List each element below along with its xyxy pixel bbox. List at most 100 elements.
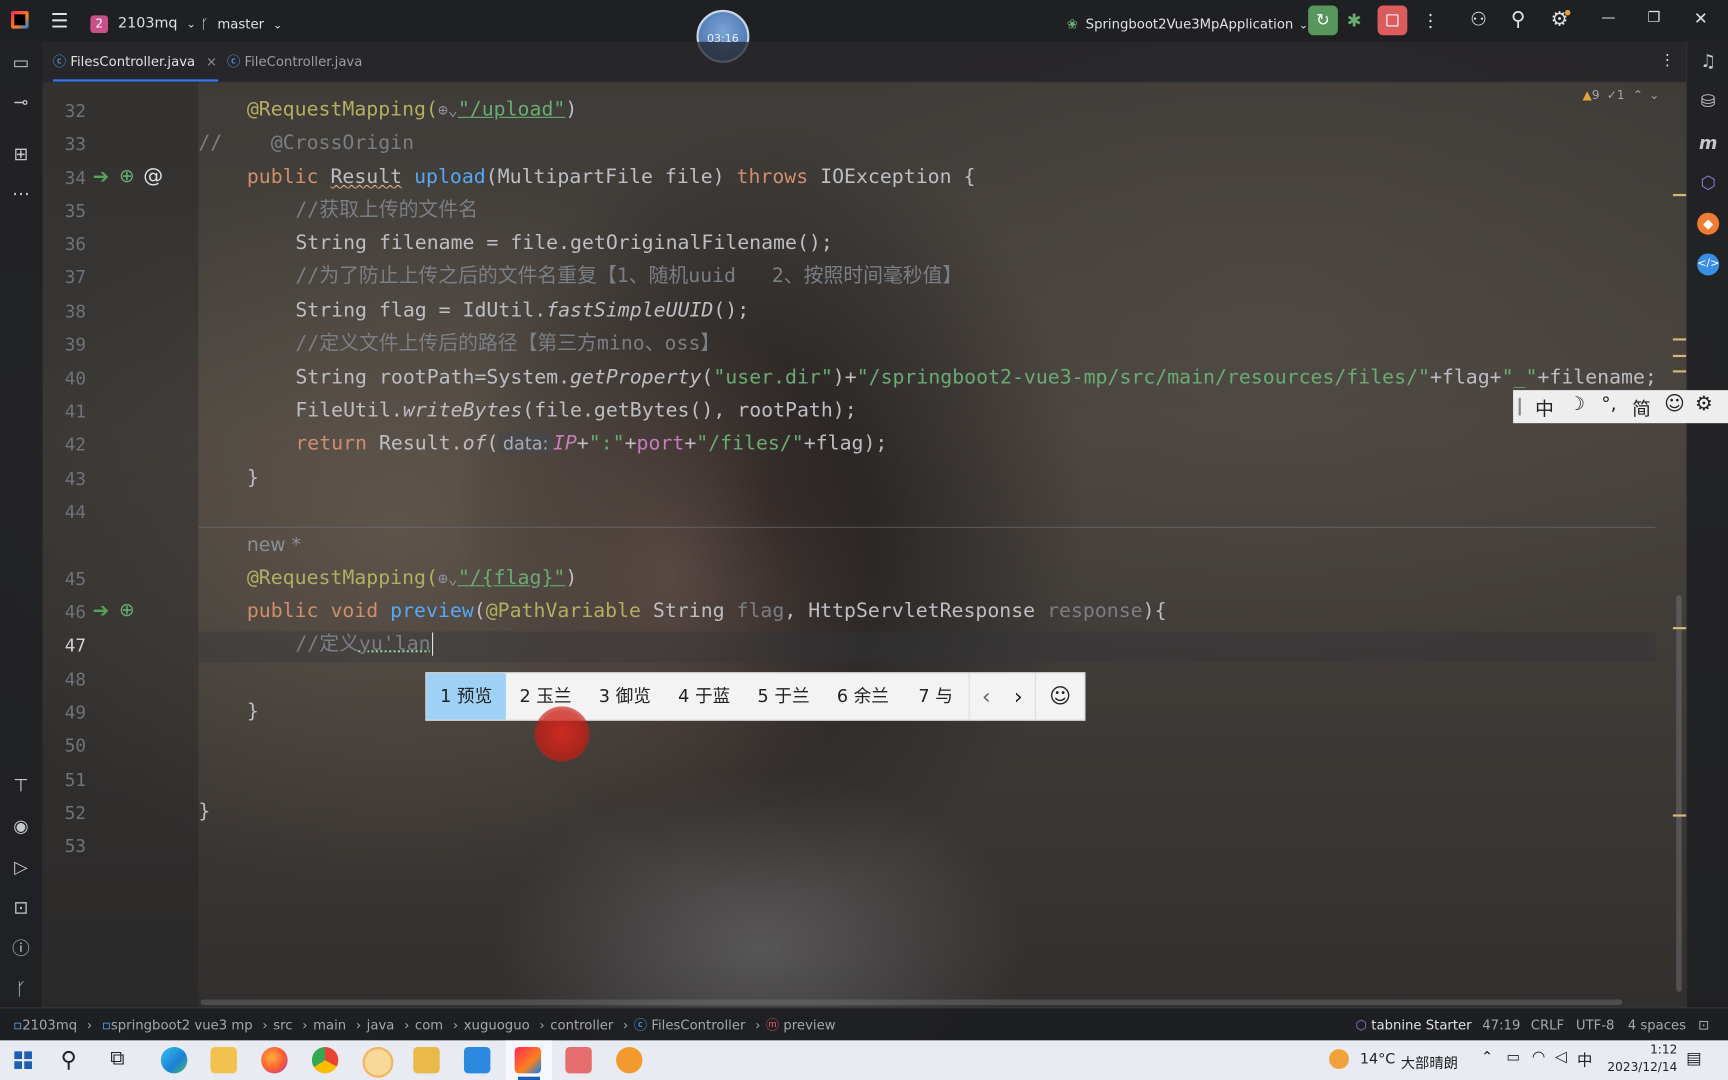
notification-center-icon[interactable]: ▤ — [1686, 1048, 1702, 1068]
stop-button[interactable] — [1377, 5, 1408, 36]
task-view-icon[interactable]: ⧉ — [110, 1047, 124, 1070]
ime-mode-chinese[interactable]: 中 — [1535, 393, 1554, 421]
intellij-icon[interactable] — [514, 1046, 542, 1074]
ime-candidate-1[interactable]: 1 预览 — [426, 673, 506, 720]
file-encoding[interactable]: UTF-8 — [1576, 1008, 1615, 1041]
code-line-47[interactable]: //定义yu'lan — [295, 632, 433, 657]
tabnine-status[interactable]: ⬡ tabnine Starter — [1356, 1008, 1472, 1041]
ime-simplified-icon[interactable]: 简 — [1632, 393, 1651, 421]
build-icon[interactable]: ⊤ — [10, 775, 32, 797]
breadcrumb-item[interactable]: FilesController — [651, 1017, 745, 1032]
ime-prev-page-icon[interactable]: ‹ — [968, 673, 1003, 720]
notifications-icon[interactable]: ♫ — [1697, 51, 1719, 73]
rerun-button[interactable]: ↻ — [1308, 5, 1338, 36]
terminal-icon[interactable]: ⊡ — [10, 897, 32, 919]
indent-setting[interactable]: 4 spaces — [1628, 1008, 1686, 1041]
inspections-widget[interactable]: ▲9 ✓1 ⌃ ⌄ — [1583, 88, 1660, 102]
lock-icon[interactable]: ⊡ — [1698, 1008, 1709, 1041]
main-menu-icon[interactable]: ☰ — [51, 10, 69, 33]
ime-punctuation-icon[interactable]: °, — [1601, 393, 1616, 415]
error-stripe-marker[interactable] — [1672, 627, 1687, 630]
breadcrumb-item[interactable]: preview — [783, 1017, 835, 1032]
weather-icon[interactable] — [1329, 1049, 1349, 1069]
plugin-orange-icon[interactable]: ◆ — [1697, 212, 1720, 235]
maven-icon[interactable]: m — [1697, 132, 1719, 154]
project-selector[interactable]: 2 2103mq ⌄ — [90, 11, 196, 34]
input-language[interactable]: 中 — [1577, 1049, 1592, 1071]
breadcrumb-item[interactable]: main — [313, 1017, 346, 1032]
app-icon[interactable] — [565, 1046, 592, 1074]
breadcrumb-item[interactable]: java — [367, 1017, 395, 1032]
breadcrumb-item[interactable]: src — [273, 1017, 292, 1032]
more-tools-icon[interactable]: ⋯ — [10, 183, 32, 205]
ime-fullwidth-icon[interactable]: ☽ — [1568, 393, 1585, 415]
app-icon[interactable] — [362, 1046, 394, 1078]
problems-icon[interactable]: ⓘ — [10, 938, 32, 960]
run-config-selector[interactable]: ❀ Springboot2Vue3MpApplication ⌄ — [1067, 12, 1308, 33]
more-actions-icon[interactable]: ⋮ — [1422, 10, 1440, 31]
ime-next-page-icon[interactable]: › — [1002, 673, 1035, 719]
database-icon[interactable]: ⛁ — [1697, 90, 1719, 112]
vscode-icon[interactable] — [463, 1046, 491, 1074]
breadcrumb-item[interactable]: springboot2 vue3 mp — [111, 1017, 253, 1032]
error-stripe-marker[interactable] — [1672, 354, 1687, 358]
ime-candidate-3[interactable]: 3 御览 — [585, 673, 664, 719]
horizontal-scrollbar[interactable] — [200, 999, 1623, 1006]
close-icon[interactable]: ✕ — [1694, 9, 1708, 29]
ime-candidate-7[interactable]: 7 与 — [903, 673, 969, 719]
run-arrow-icon[interactable]: ➔ — [93, 600, 110, 623]
project-folder-icon[interactable]: ▭ — [10, 52, 32, 74]
structure-icon[interactable]: ⊞ — [10, 143, 32, 165]
ime-candidate-5[interactable]: 5 于兰 — [744, 673, 823, 719]
web-endpoint-icon[interactable]: ⊕ — [119, 165, 135, 187]
line-separator[interactable]: CRLF — [1531, 1008, 1564, 1041]
chrome-icon[interactable] — [311, 1046, 339, 1074]
breadcrumb-item[interactable]: xuguoguo — [464, 1017, 530, 1032]
chevron-down-icon[interactable]: ⌄ — [1649, 88, 1659, 102]
search-icon[interactable]: ⚲ — [61, 1046, 77, 1072]
intellij-logo-icon[interactable] — [11, 11, 29, 29]
file-explorer-icon[interactable] — [210, 1046, 237, 1074]
minimize-icon[interactable]: — — [1601, 10, 1615, 27]
run-arrow-icon[interactable]: ➔ — [93, 165, 110, 188]
plugin-blue-icon[interactable]: </> — [1697, 253, 1719, 276]
folder-icon[interactable] — [413, 1046, 440, 1074]
error-stripe-marker[interactable] — [1672, 193, 1687, 197]
tab-filescontroller[interactable]: ⓒ FilesController.java × — [52, 42, 219, 82]
windows-start-icon[interactable] — [14, 1051, 32, 1069]
close-tab-icon[interactable]: × — [206, 54, 217, 69]
mapping-at-icon[interactable]: @ — [143, 164, 163, 187]
plugin-hex-icon[interactable]: ⬡ — [1697, 172, 1719, 194]
services-icon[interactable]: ◉ — [10, 816, 32, 838]
wifi-icon[interactable]: ◠ — [1532, 1048, 1545, 1066]
ime-settings-icon[interactable]: ⚙ — [1695, 392, 1713, 415]
ime-candidate-4[interactable]: 4 于蓝 — [665, 673, 744, 719]
error-stripe-marker[interactable] — [1672, 338, 1687, 341]
ime-emoji-icon[interactable]: ☺ — [1034, 673, 1085, 720]
network-icon[interactable]: ▭ — [1506, 1049, 1520, 1066]
caret-position[interactable]: 47:19 — [1482, 1008, 1520, 1041]
debug-icon[interactable]: ✱ — [1347, 10, 1362, 31]
web-endpoint-icon[interactable]: ⊕ — [119, 600, 135, 622]
breadcrumb-item[interactable]: com — [415, 1017, 443, 1032]
search-icon[interactable]: ⚲ — [1511, 8, 1526, 31]
firefox-icon[interactable] — [261, 1046, 288, 1074]
branch-selector[interactable]: ᚴ master ⌄ — [201, 12, 283, 33]
weather-desc[interactable]: 大部晴朗 — [1401, 1051, 1458, 1073]
run-icon[interactable]: ▷ — [10, 856, 32, 878]
search-tool-icon[interactable] — [616, 1046, 643, 1074]
error-stripe-marker[interactable] — [1672, 814, 1687, 817]
ime-candidate-6[interactable]: 6 余兰 — [823, 673, 902, 719]
volume-icon[interactable]: ◁ — [1555, 1048, 1567, 1066]
ime-toolbar-handle[interactable] — [1518, 397, 1521, 416]
breadcrumb-item[interactable]: controller — [550, 1017, 613, 1032]
git-icon[interactable]: ᚴ — [10, 979, 32, 1001]
edge-icon[interactable] — [160, 1046, 188, 1074]
restore-icon[interactable]: ❐ — [1648, 10, 1661, 27]
error-stripe-marker[interactable] — [1672, 370, 1687, 373]
add-user-icon[interactable]: ⚇ — [1470, 9, 1487, 31]
commit-icon[interactable]: ⊸ — [10, 91, 32, 113]
editor-scrollbar[interactable] — [1676, 595, 1682, 992]
tab-menu-icon[interactable]: ⋮ — [1660, 52, 1675, 70]
breadcrumb-item[interactable]: 2103mq — [22, 1017, 77, 1032]
